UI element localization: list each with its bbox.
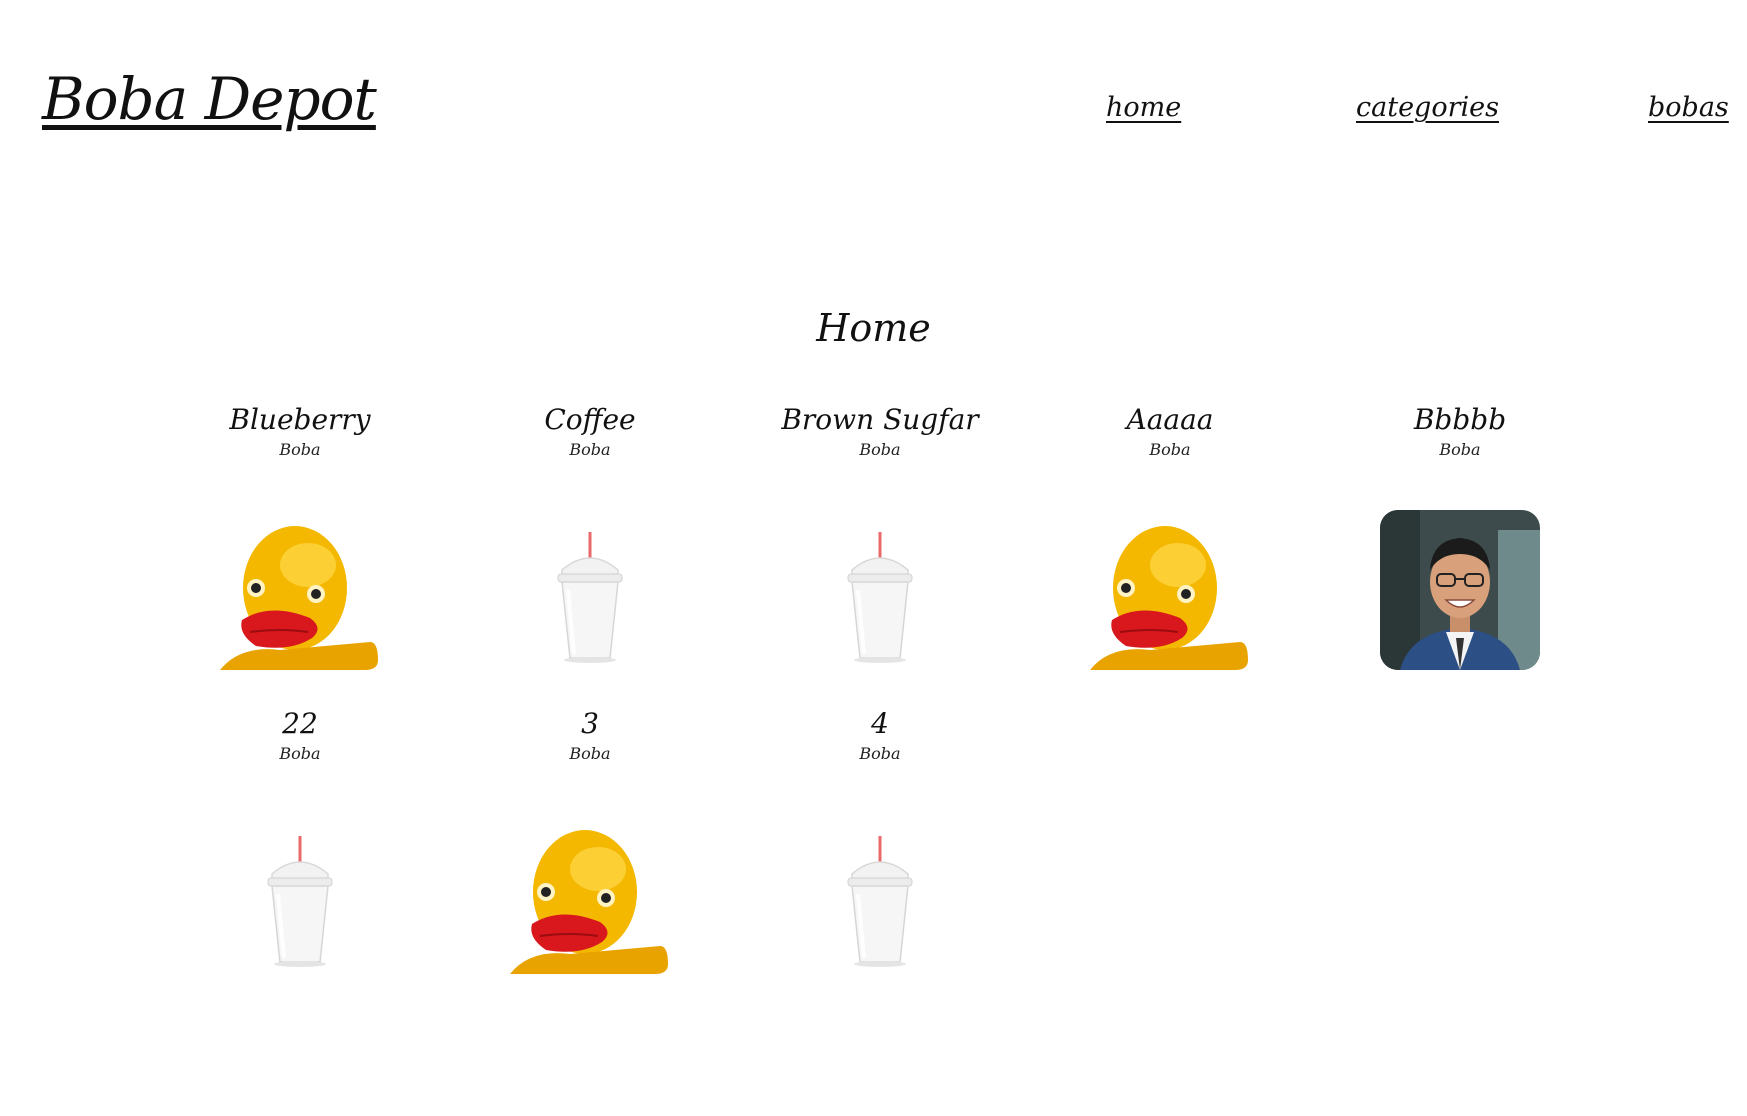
boba-card[interactable]: 4 Boba — [735, 706, 1025, 1010]
boba-name: 22 — [282, 707, 318, 740]
nav-link-home[interactable]: home — [1106, 92, 1181, 123]
boba-card[interactable]: Blueberry Boba — [155, 402, 445, 706]
boba-image[interactable] — [1090, 510, 1250, 670]
nav-link-bobas[interactable]: bobas — [1648, 92, 1729, 123]
page-title: Home — [816, 306, 931, 350]
boba-cup-icon — [267, 836, 333, 967]
nav-link-categories[interactable]: categories — [1356, 92, 1499, 123]
boba-cup-icon — [847, 532, 913, 663]
boba-category: Boba — [1439, 440, 1481, 459]
boba-category: Boba — [279, 744, 321, 763]
boba-name: 4 — [871, 707, 889, 740]
boba-name: Coffee — [544, 403, 636, 436]
boba-name: Bbbbb — [1413, 403, 1507, 436]
boba-card[interactable]: 3 Boba — [445, 706, 735, 1010]
boba-category: Boba — [859, 744, 901, 763]
boba-image[interactable] — [1380, 510, 1540, 670]
boba-category: Boba — [569, 744, 611, 763]
brand-logo-link[interactable]: Boba Depot — [42, 70, 377, 128]
boba-image[interactable] — [510, 510, 670, 670]
boba-category: Boba — [279, 440, 321, 459]
boba-card[interactable]: Brown Sugfar Boba — [735, 402, 1025, 706]
boba-name: Blueberry — [229, 403, 371, 436]
boba-cup-icon — [847, 836, 913, 967]
boba-card[interactable]: Coffee Boba — [445, 402, 735, 706]
boba-card[interactable]: Aaaaa Boba — [1025, 402, 1315, 706]
boba-image[interactable] — [220, 814, 380, 974]
boba-name: Brown Sugfar — [781, 403, 979, 436]
boba-image[interactable] — [220, 510, 380, 670]
person-photo-icon — [1380, 510, 1540, 670]
boba-cup-icon — [557, 532, 623, 663]
boba-card[interactable]: 22 Boba — [155, 706, 445, 1010]
boba-name: Aaaaa — [1126, 403, 1214, 436]
boba-category: Boba — [859, 440, 901, 459]
boba-category: Boba — [1149, 440, 1191, 459]
rubber-duck-icon — [510, 830, 668, 974]
site-header: Boba Depot home categories bobas — [0, 0, 1747, 200]
boba-card[interactable]: Bbbbb Boba — [1315, 402, 1605, 706]
rubber-duck-icon — [220, 526, 378, 670]
boba-image[interactable] — [510, 814, 670, 974]
boba-name: 3 — [581, 707, 599, 740]
rubber-duck-icon — [1090, 526, 1248, 670]
boba-grid: Blueberry Boba Coffee Boba Brown Sugfar … — [155, 402, 1615, 1010]
boba-category: Boba — [569, 440, 611, 459]
boba-image[interactable] — [800, 814, 960, 974]
boba-image[interactable] — [800, 510, 960, 670]
